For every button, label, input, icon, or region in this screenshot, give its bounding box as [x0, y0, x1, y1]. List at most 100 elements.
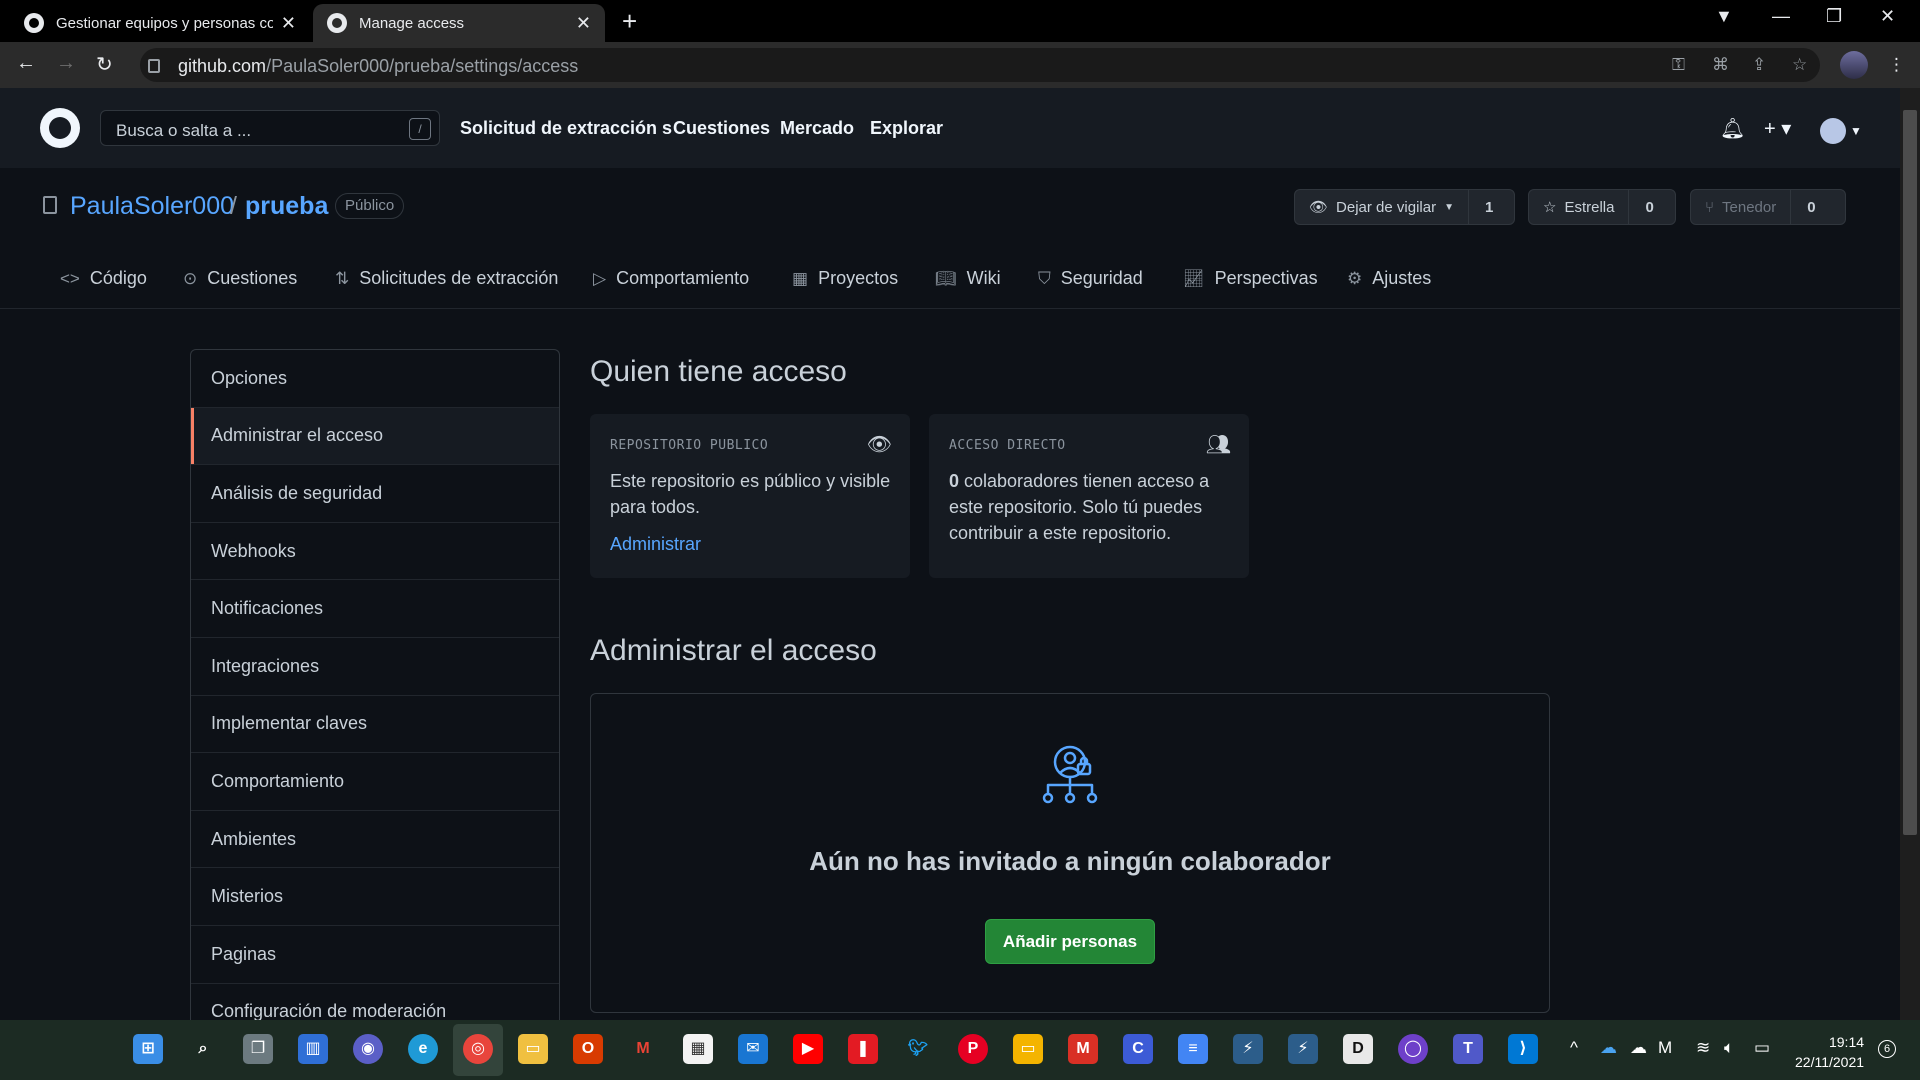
chevron-down-icon[interactable]: ▼ [1850, 124, 1862, 138]
close-window-icon[interactable]: ✕ [1880, 6, 1895, 27]
create-new-plus-icon[interactable]: + ▾ [1764, 116, 1791, 141]
taskbar-clock[interactable]: 19:14 22/11/2021 [1795, 1032, 1864, 1072]
star-button[interactable]: ☆ Estrella 0 [1528, 189, 1676, 225]
browser-menu-icon[interactable]: ⋮ [1888, 55, 1905, 75]
sql-tool-2-icon[interactable]: ⚡ [1288, 1034, 1318, 1064]
nav-marketplace[interactable]: Mercado [780, 118, 854, 139]
forward-icon[interactable]: → [56, 52, 76, 75]
search-placeholder: Busca o salta a ... [116, 121, 252, 140]
mail-icon[interactable]: ✉ [738, 1034, 768, 1064]
google-slides-icon[interactable]: ▭ [1013, 1034, 1043, 1064]
tab-code[interactable]: <> Código [60, 268, 147, 289]
sidebar-item-manage-access[interactable]: Administrar el acceso [191, 407, 559, 466]
sidebar-item-environments[interactable]: Ambientes [191, 811, 559, 869]
battery-icon[interactable]: ▭ [1754, 1038, 1770, 1058]
cloud-icon[interactable]: ☁ [1630, 1038, 1647, 1058]
youtube-icon[interactable]: ▶ [793, 1034, 823, 1064]
office-icon[interactable]: O [573, 1034, 603, 1064]
translate-icon[interactable]: ⌘ [1712, 55, 1729, 75]
people-icon: 👥︎ [1205, 434, 1231, 456]
manage-visibility-link[interactable]: Administrar [610, 534, 701, 555]
reload-icon[interactable]: ↻ [96, 52, 113, 77]
add-people-button[interactable]: Añadir personas [985, 919, 1155, 964]
db-tool-icon[interactable]: D [1343, 1034, 1373, 1064]
task-view-icon[interactable]: ❐ [243, 1034, 273, 1064]
volume-icon[interactable]: 🔈︎ [1724, 1038, 1734, 1058]
windows-start-icon[interactable]: ⊞ [133, 1034, 163, 1064]
sidebar-item-security-analysis[interactable]: Análisis de seguridad [191, 465, 559, 523]
network-meter-icon[interactable]: M [1658, 1038, 1672, 1058]
repo-owner-link[interactable]: PaulaSoler000 [70, 192, 234, 221]
sidebar-item-moderation[interactable]: Configuración de moderación [191, 984, 559, 1025]
tab-insights[interactable]: 📈︎ Perspectivas [1183, 268, 1318, 289]
key-icon[interactable]: ⚿ [1672, 55, 1685, 75]
sidebar-item-notifications[interactable]: Notificaciones [191, 580, 559, 638]
new-tab-button[interactable]: + [622, 6, 637, 37]
lock-icon[interactable] [148, 59, 160, 73]
widgets-icon[interactable]: ▥ [298, 1034, 328, 1064]
c-app-icon[interactable]: C [1123, 1034, 1153, 1064]
tab-search-icon[interactable]: ▼ [1715, 6, 1733, 27]
edge-icon[interactable]: e [408, 1034, 438, 1064]
github-logo-icon[interactable] [40, 108, 80, 148]
watch-button[interactable]: 👁︎ Dejar de vigilar ▼ 1 [1294, 189, 1515, 225]
vscode-icon[interactable]: ⟩ [1508, 1034, 1538, 1064]
bookmark-star-icon[interactable]: ☆ [1792, 55, 1807, 75]
repo-name-link[interactable]: prueba [245, 192, 328, 221]
browser-tab-1[interactable]: Gestionar equipos y personas co ✕ [10, 4, 310, 42]
close-tab-icon[interactable]: ✕ [576, 13, 591, 34]
fork-button[interactable]: ⑂ Tenedor 0 [1690, 189, 1846, 225]
close-tab-icon[interactable]: ✕ [281, 13, 296, 34]
fork-count[interactable]: 0 [1791, 199, 1831, 216]
tab-pull-requests[interactable]: ⇅ Solicitudes de extracción [335, 268, 558, 289]
show-hidden-icons-chevron-icon[interactable]: ^ [1570, 1038, 1578, 1058]
file-explorer-icon[interactable]: ▭ [518, 1034, 548, 1064]
pdf-reader-icon[interactable]: ❚ [848, 1034, 878, 1064]
url-text[interactable]: github.com/PaulaSoler000/prueba/settings… [178, 56, 578, 77]
sidebar-item-actions[interactable]: Comportamiento [191, 753, 559, 811]
chrome-icon[interactable]: ◎ [463, 1034, 493, 1064]
wifi-icon[interactable]: ≋ [1696, 1038, 1710, 1058]
tab-actions[interactable]: ▷ Comportamiento [593, 268, 749, 289]
minimize-icon[interactable]: — [1772, 6, 1790, 27]
browser-profile-avatar[interactable] [1840, 51, 1868, 79]
sidebar-item-webhooks[interactable]: Webhooks [191, 523, 559, 581]
pinterest-icon[interactable]: P [958, 1034, 988, 1064]
scrollbar-thumb[interactable] [1903, 110, 1917, 835]
star-count[interactable]: 0 [1629, 199, 1669, 216]
restore-icon[interactable]: ❐ [1826, 6, 1842, 27]
sidebar-item-secrets[interactable]: Misterios [191, 868, 559, 926]
back-icon[interactable]: ← [16, 52, 36, 75]
nav-pull-requests[interactable]: Solicitud de extracción s [460, 118, 672, 139]
gmail-app-icon[interactable]: M [1068, 1034, 1098, 1064]
gmail-icon[interactable]: M [628, 1034, 658, 1064]
teams-icon[interactable]: T [1453, 1034, 1483, 1064]
google-docs-icon[interactable]: ≡ [1178, 1034, 1208, 1064]
nav-explore[interactable]: Explorar [870, 118, 943, 139]
github-desktop-icon[interactable]: ◯ [1398, 1034, 1428, 1064]
tab-label: Seguridad [1060, 268, 1143, 288]
onedrive-icon[interactable]: ☁ [1600, 1038, 1617, 1058]
share-icon[interactable]: ⇪ [1752, 55, 1766, 75]
notifications-bell-icon[interactable]: 🔔︎ [1720, 116, 1745, 141]
search-icon[interactable]: ⌕ [188, 1034, 218, 1064]
chat-icon[interactable]: ◉ [353, 1034, 383, 1064]
tab-issues[interactable]: ⊙ Cuestiones [183, 268, 297, 289]
notification-count-badge[interactable]: 6 [1878, 1040, 1896, 1058]
tab-projects[interactable]: ▦ Proyectos [792, 268, 898, 289]
repo-path-separator: / [230, 192, 237, 220]
sidebar-item-integrations[interactable]: Integraciones [191, 638, 559, 696]
sidebar-item-deploy-keys[interactable]: Implementar claves [191, 696, 559, 754]
tab-settings[interactable]: ⚙ Ajustes [1347, 268, 1431, 289]
sql-tool-icon[interactable]: ⚡ [1233, 1034, 1263, 1064]
browser-tab-2[interactable]: Manage access ✕ [313, 4, 605, 42]
nav-issues[interactable]: Cuestiones [673, 118, 770, 139]
twitter-icon[interactable]: 🐦︎ [903, 1034, 933, 1064]
sidebar-item-options[interactable]: Opciones [191, 350, 559, 408]
tab-security[interactable]: ⛉ Seguridad [1038, 268, 1143, 289]
sidebar-item-pages[interactable]: Paginas [191, 926, 559, 984]
microsoft-store-icon[interactable]: ▦ [683, 1034, 713, 1064]
watch-count[interactable]: 1 [1469, 199, 1509, 216]
tab-wiki[interactable]: 📖︎ Wiki [935, 268, 1001, 289]
user-avatar[interactable] [1820, 118, 1846, 144]
